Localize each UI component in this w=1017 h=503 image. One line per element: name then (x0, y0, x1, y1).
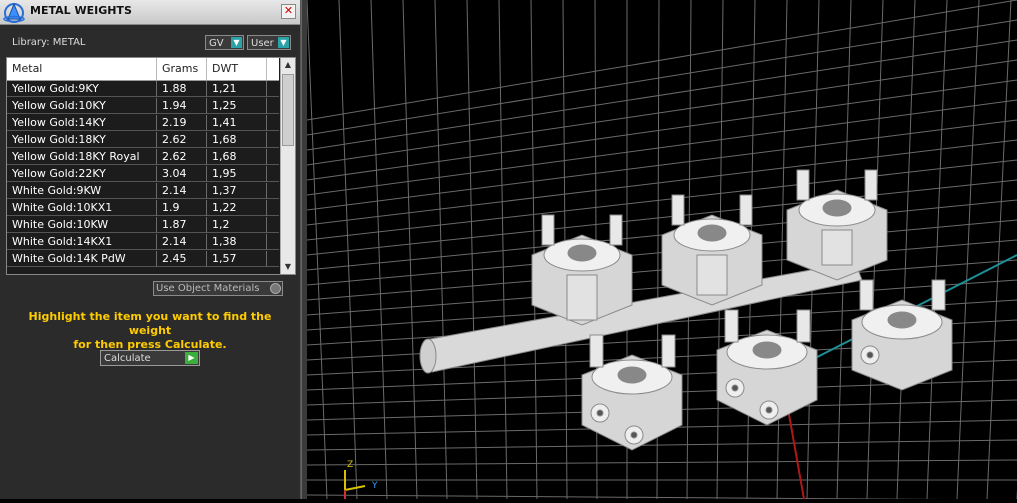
casting-head (531, 214, 633, 326)
user-dropdown-label: User (251, 38, 274, 49)
casting-head (716, 309, 818, 426)
scroll-thumb[interactable] (282, 74, 294, 146)
table-row[interactable]: White Gold:10KW 1.87 1,2 (7, 217, 279, 233)
axis-z-label: Z (347, 460, 353, 470)
close-button[interactable]: ✕ (281, 4, 296, 19)
instruction-line-1: Highlight the item you want to find the … (28, 310, 272, 337)
dwt-cell: 1,25 (207, 98, 267, 114)
calculate-label: Calculate (104, 353, 151, 364)
metal-cell: Yellow Gold:18KY Royal (7, 149, 157, 165)
column-header-metal[interactable]: Metal (7, 58, 157, 80)
metal-cell: White Gold:10KW (7, 217, 157, 233)
radio-icon (270, 283, 281, 294)
table-scrollbar[interactable]: ▲ ▼ (280, 58, 295, 274)
grams-cell: 3.04 (157, 166, 207, 182)
play-arrow-icon: ▶ (185, 352, 198, 364)
table-row[interactable]: Yellow Gold:10KY 1.94 1,25 (7, 98, 279, 114)
metal-cell: Yellow Gold:10KY (7, 98, 157, 114)
grams-cell: 2.14 (157, 234, 207, 250)
dwt-cell: 1,41 (207, 115, 267, 131)
grams-cell: 2.62 (157, 132, 207, 148)
grams-cell: 1.88 (157, 81, 207, 97)
table-row[interactable]: White Gold:10KX1 1.9 1,22 (7, 200, 279, 216)
casting-head (581, 334, 683, 451)
grams-cell: 2.19 (157, 115, 207, 131)
table-row[interactable]: Yellow Gold:9KY 1.88 1,21 (7, 81, 279, 97)
metal-cell: Yellow Gold:22KY (7, 166, 157, 182)
metal-cell: White Gold:10KX1 (7, 200, 157, 216)
column-header-grams[interactable]: Grams (157, 58, 207, 80)
table-row[interactable]: White Gold:14K PdW 2.45 1,57 (7, 251, 279, 267)
metal-cell: White Gold:14K PdW (7, 251, 157, 267)
dwt-cell: 1,38 (207, 234, 267, 250)
table-header: Metal Grams DWT (7, 58, 279, 81)
grams-cell: 2.62 (157, 149, 207, 165)
column-header-dwt[interactable]: DWT (207, 58, 267, 80)
metal-cell: White Gold:14KX1 (7, 234, 157, 250)
metal-cell: White Gold:9KW (7, 183, 157, 199)
casting-head (661, 194, 763, 306)
grams-cell: 1.87 (157, 217, 207, 233)
3d-viewport[interactable]: Z Y (306, 0, 1017, 501)
metal-cell: Yellow Gold:14KY (7, 115, 157, 131)
dwt-cell: 1,22 (207, 200, 267, 216)
casting-head (786, 169, 888, 281)
scroll-up-icon[interactable]: ▲ (281, 58, 295, 72)
chevron-down-icon: ▼ (231, 37, 242, 48)
dwt-cell: 1,2 (207, 217, 267, 233)
axis-y-label: Y (371, 481, 378, 491)
dwt-cell: 1,68 (207, 149, 267, 165)
panel-title: METAL WEIGHTS (30, 4, 132, 17)
dwt-cell: 1,68 (207, 132, 267, 148)
table-row[interactable]: Yellow Gold:14KY 2.19 1,41 (7, 115, 279, 131)
gv-dropdown-label: GV (209, 38, 224, 49)
library-label: Library: METAL (12, 37, 86, 48)
table-row[interactable]: Yellow Gold:18KY 2.62 1,68 (7, 132, 279, 148)
table-row[interactable]: White Gold:9KW 2.14 1,37 (7, 183, 279, 199)
grams-cell: 1.9 (157, 200, 207, 216)
chevron-down-icon: ▼ (278, 37, 289, 48)
dwt-cell: 1,95 (207, 166, 267, 182)
use-object-materials-label: Use Object Materials (156, 283, 260, 294)
panel-titlebar: METAL WEIGHTS ✕ (0, 0, 300, 25)
table-row[interactable]: Yellow Gold:22KY 3.04 1,95 (7, 166, 279, 182)
dwt-cell: 1,37 (207, 183, 267, 199)
dwt-cell: 1,57 (207, 251, 267, 267)
grams-cell: 1.94 (157, 98, 207, 114)
grams-cell: 2.14 (157, 183, 207, 199)
instruction-text: Highlight the item you want to find the … (10, 310, 290, 352)
table-row[interactable]: White Gold:14KX1 2.14 1,38 (7, 234, 279, 250)
jewelry-model (419, 169, 953, 451)
user-dropdown[interactable]: User ▼ (247, 35, 291, 50)
scroll-down-icon[interactable]: ▼ (281, 260, 295, 274)
metal-cell: Yellow Gold:9KY (7, 81, 157, 97)
metal-cell: Yellow Gold:18KY (7, 132, 157, 148)
casting-head (851, 279, 953, 391)
table-row[interactable]: Yellow Gold:18KY Royal 2.62 1,68 (7, 149, 279, 165)
calculate-button[interactable]: Calculate ▶ (100, 350, 200, 366)
gv-dropdown[interactable]: GV ▼ (205, 35, 244, 50)
app-logo-icon (3, 2, 25, 23)
use-object-materials-toggle[interactable]: Use Object Materials (153, 281, 283, 296)
grams-cell: 2.45 (157, 251, 207, 267)
metal-table: Metal Grams DWT Yellow Gold:9KY 1.88 1,21 Y… (6, 57, 296, 275)
viewport-canvas: Z Y (306, 0, 1017, 501)
metal-weights-panel: METAL WEIGHTS ✕ Library: METAL GV ▼ User… (0, 0, 301, 499)
dwt-cell: 1,21 (207, 81, 267, 97)
